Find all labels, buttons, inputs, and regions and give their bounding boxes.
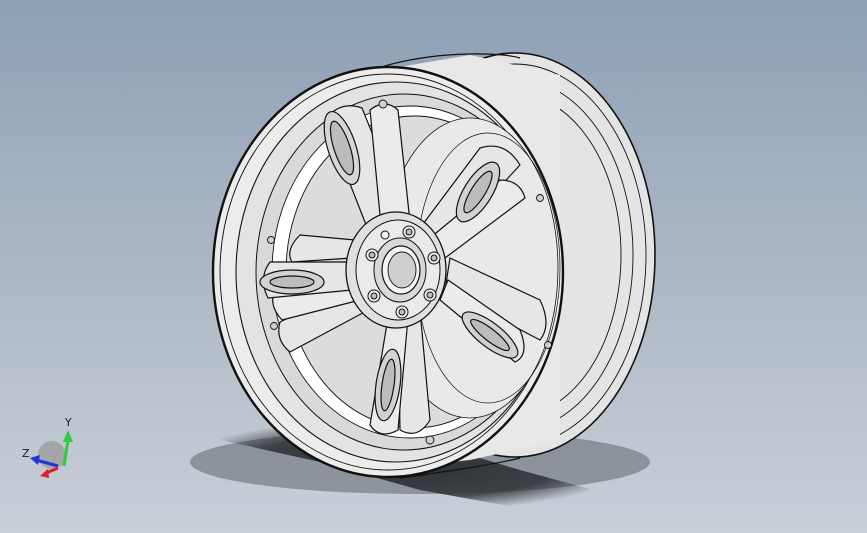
graphics-viewport[interactable]: Y Z bbox=[0, 0, 867, 533]
z-axis-arrow-icon bbox=[30, 455, 40, 465]
y-axis-arrow-icon bbox=[63, 430, 73, 442]
y-axis bbox=[62, 439, 70, 467]
y-axis-label: Y bbox=[64, 416, 72, 429]
wheel-model[interactable] bbox=[211, 52, 656, 479]
x-axis-arrow-icon bbox=[40, 469, 49, 478]
z-axis-label: Z bbox=[22, 447, 30, 460]
orientation-triad[interactable]: Y Z bbox=[22, 416, 73, 478]
